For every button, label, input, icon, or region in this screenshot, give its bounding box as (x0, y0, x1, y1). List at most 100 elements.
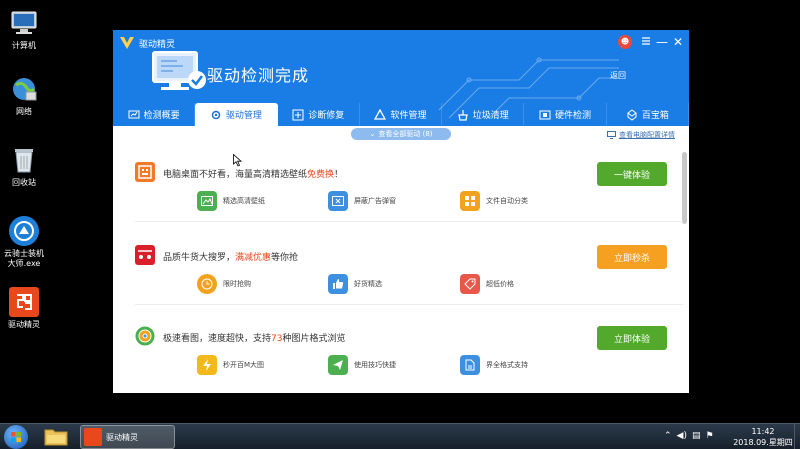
hardware-icon (539, 110, 551, 119)
skin-badge-icon[interactable]: ☻ (618, 35, 632, 49)
menu-icon[interactable] (639, 36, 653, 48)
feature-label: 屏蔽广告弹窗 (354, 197, 396, 205)
block-popup-icon (328, 191, 348, 211)
promo-headline: 品质牛货大搜罗，满减优惠等你抢 (163, 250, 298, 263)
explorer-folder-icon[interactable] (44, 427, 68, 446)
thumbs-up-icon (328, 274, 348, 294)
back-link[interactable]: 返回 (610, 70, 626, 81)
flag-icon[interactable]: ⚑ (706, 431, 714, 441)
feature-item: 界全格式支持 (460, 355, 528, 375)
headline-highlight: 73 (271, 334, 283, 344)
broom-icon (458, 109, 468, 121)
qudong-taskbar-icon (84, 428, 102, 446)
feature-label: 好货精选 (354, 280, 382, 288)
qudong-app-icon (9, 287, 39, 317)
tab-label: 诊断修复 (308, 111, 345, 121)
tab-diagnose-repair[interactable]: 诊断修复 (278, 103, 360, 126)
main-tabs: 检测概要 驱动管理 诊断修复 软件管理 垃圾清理 硬件检测 百宝箱 (113, 103, 689, 126)
tab-software-management[interactable]: 软件管理 (360, 103, 443, 126)
flash-sale-button[interactable]: 立即秒杀 (597, 245, 667, 269)
gear-icon (211, 110, 221, 119)
headline-highlight: 满减优惠 (235, 253, 272, 263)
hardware-details-label: 查看电脑配置详情 (619, 131, 675, 139)
image-icon (197, 191, 217, 211)
recycle-bin-icon (9, 145, 39, 175)
tab-label: 硬件检测 (555, 111, 592, 121)
promo-header: 极速看图，速度超快，支持73种图片格式浏览 立即体验 (135, 326, 683, 350)
taskbar-item-label: 驱动精灵 (106, 432, 138, 442)
tab-label: 驱动管理 (225, 111, 262, 121)
app-logo-icon (120, 37, 134, 49)
feature-label: 文件自动分类 (486, 197, 528, 205)
desktop-icon-yunqishi[interactable]: 云骑士装机大师.exe (2, 216, 46, 269)
divider (135, 304, 683, 305)
hardware-details-link[interactable]: 查看电脑配置详情 (607, 130, 675, 140)
tray-expand-icon[interactable]: ⌃ (664, 431, 672, 441)
promo-headline: 电脑桌面不好看，海量高清精选壁纸免费换！ (163, 167, 343, 180)
start-button[interactable] (4, 425, 28, 449)
tab-overview[interactable]: 检测概要 (113, 103, 196, 126)
desktop-icon-label: 驱动精灵 (8, 320, 40, 329)
taskbar-item-qudong[interactable]: 驱动精灵 (80, 425, 175, 449)
feature-item: 秒开百M大图 (197, 355, 264, 375)
yunqishi-icon (9, 216, 39, 246)
driver-genius-window: 驱动精灵 驱动检测完成 返回 ☻ — ✕ 检测概要 驱动管理 诊断修复 软件管理… (113, 30, 689, 393)
clock-time: 11:42 (751, 427, 775, 436)
close-button[interactable]: ✕ (671, 36, 685, 48)
chevron-down-icon: ⌄ (369, 130, 376, 138)
network-tray-icon[interactable]: ▤ (692, 431, 701, 441)
lightning-icon (197, 355, 217, 375)
monitor-icon (607, 131, 616, 139)
promo-header: 电脑桌面不好看，海量高清精选壁纸免费换！ 一键体验 (135, 162, 683, 186)
tab-hardware-detection[interactable]: 硬件检测 (524, 103, 607, 126)
desktop-icon-label: 网络 (16, 107, 32, 116)
tab-label: 软件管理 (390, 111, 427, 121)
send-icon (328, 355, 348, 375)
window-header: 驱动精灵 驱动检测完成 返回 ☻ — ✕ 检测概要 驱动管理 诊断修复 软件管理… (113, 30, 689, 126)
network-icon (9, 74, 39, 104)
view-all-drivers-button[interactable]: ⌄ 查看全部驱动 (8) (351, 128, 451, 140)
feature-label: 使用技巧快捷 (354, 361, 396, 369)
clock-icon (197, 274, 217, 294)
sub-toolbar: ⌄ 查看全部驱动 (8) 查看电脑配置详情 (113, 126, 689, 146)
view-all-label: 查看全部驱动 (8) (378, 130, 433, 138)
feature-item: 文件自动分类 (460, 191, 528, 211)
one-click-try-button[interactable]: 一键体验 (597, 162, 667, 186)
system-tray: ⌃ ◀) ▤ ⚑ (664, 431, 714, 441)
try-now-button[interactable]: 立即体验 (597, 326, 667, 350)
show-desktop-button[interactable] (794, 424, 800, 449)
feature-label: 界全格式支持 (486, 361, 528, 369)
system-clock[interactable]: 11:42 2018.09.星期四 (733, 426, 793, 448)
tab-junk-cleaning[interactable]: 垃圾清理 (442, 103, 525, 126)
tab-toolbox[interactable]: 百宝箱 (607, 103, 689, 126)
feature-label: 秒开百M大图 (223, 361, 265, 369)
headline-text: 极速看图，速度超快，支持 (163, 334, 272, 344)
minimize-button[interactable]: — (655, 36, 669, 48)
promo-header: 品质牛货大搜罗，满减优惠等你抢 立即秒杀 (135, 245, 683, 269)
feature-item: 精选高清壁纸 (197, 191, 265, 211)
speaker-icon[interactable]: ◀) (677, 431, 687, 441)
tab-driver-management[interactable]: 驱动管理 (195, 103, 278, 126)
desktop-icon-network[interactable]: 网络 (2, 74, 46, 117)
overview-icon (128, 110, 140, 118)
desktop-icon-computer[interactable]: 计算机 (2, 8, 46, 51)
desktop-icon-label: 计算机 (12, 41, 36, 50)
feature-item: 限时抢购 (197, 274, 251, 294)
divider (135, 221, 683, 222)
headline-text: 品质牛货大搜罗， (163, 253, 236, 263)
file-format-icon (460, 355, 480, 375)
promo-headline: 极速看图，速度超快，支持73种图片格式浏览 (163, 331, 345, 344)
headline-text-end: 种图片格式浏览 (282, 334, 346, 344)
price-tag-icon (460, 274, 480, 294)
desktop-icon-qudong[interactable]: 驱动精灵 (2, 287, 46, 330)
monitor-check-icon (152, 51, 206, 90)
status-title: 驱动检测完成 (207, 66, 310, 85)
toolbox-icon (626, 108, 637, 121)
desktop-icon-recycle-bin[interactable]: 回收站 (2, 145, 46, 188)
tab-label: 垃圾清理 (472, 111, 509, 121)
tab-label: 检测概要 (143, 111, 180, 121)
headline-highlight: 免费换 (307, 170, 335, 180)
feature-label: 精选高清壁纸 (223, 197, 265, 205)
headline-text-end: 等你抢 (271, 253, 299, 263)
feature-item: 屏蔽广告弹窗 (328, 191, 396, 211)
